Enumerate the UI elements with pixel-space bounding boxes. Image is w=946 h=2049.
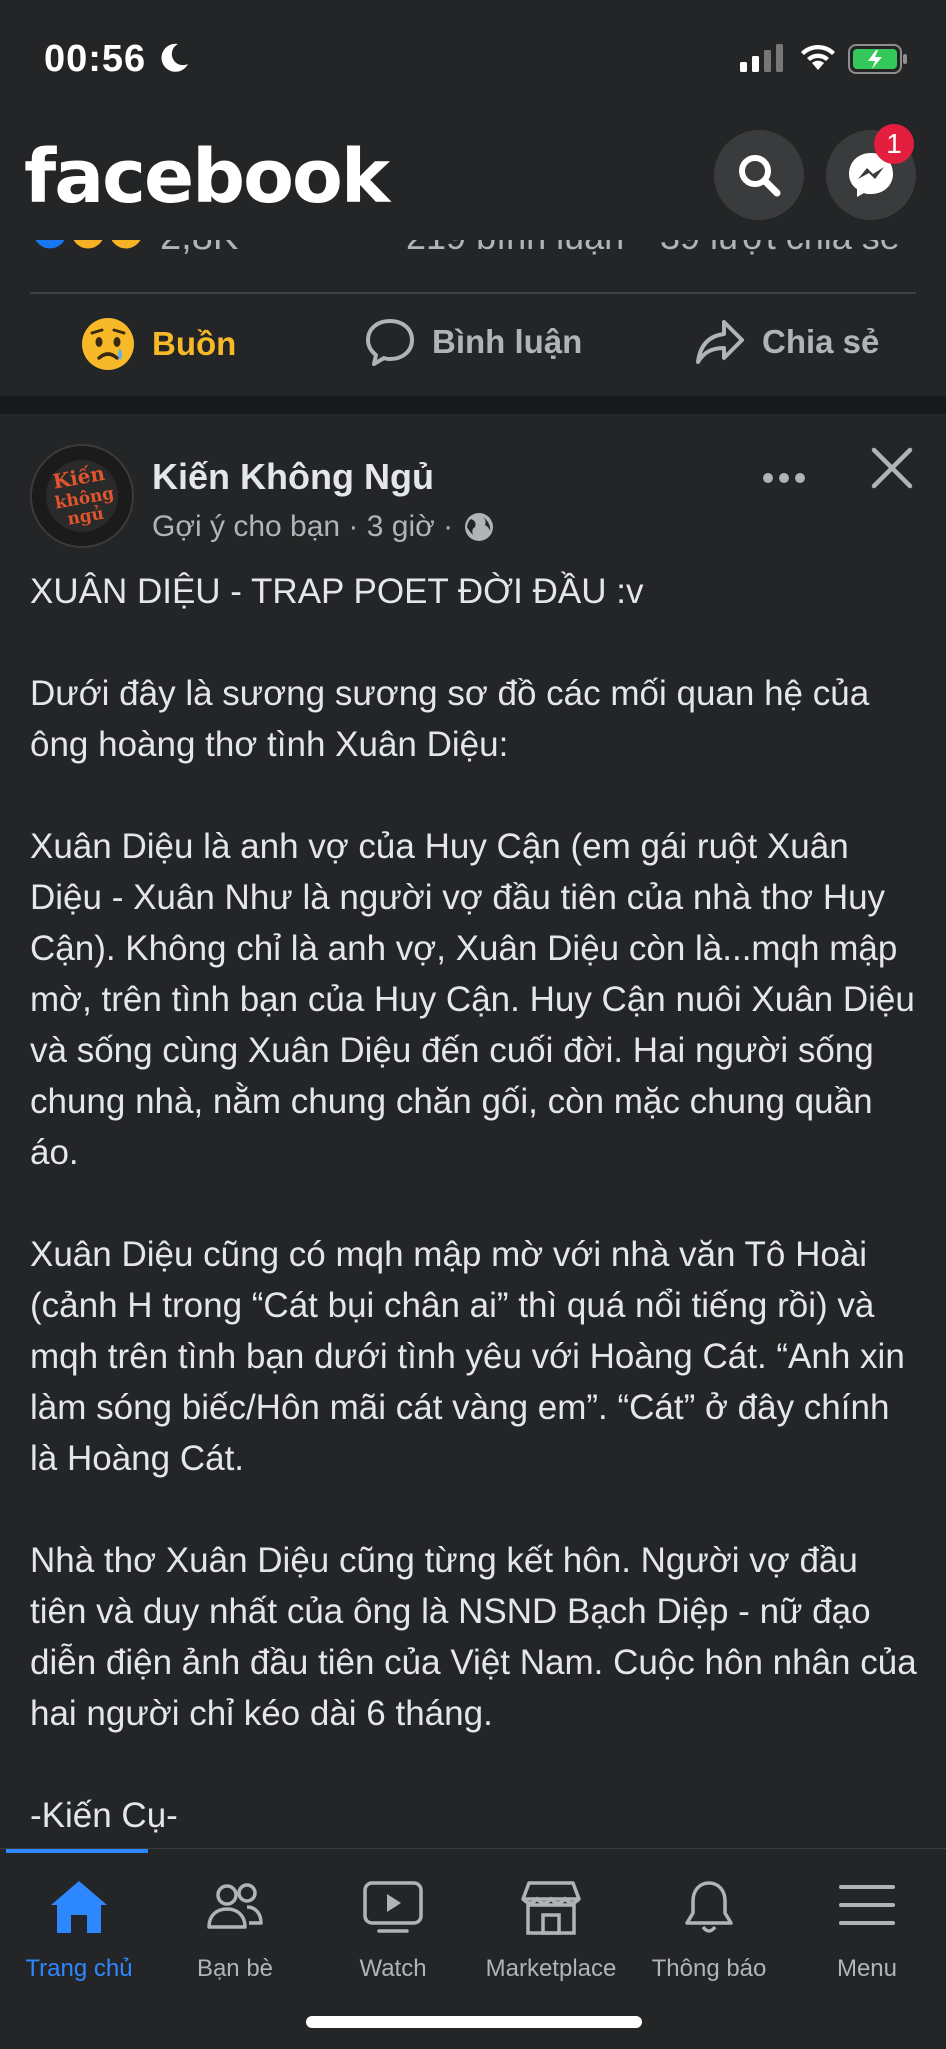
share-button[interactable]: Chia sẻ [694,316,879,368]
menu-icon [839,1885,895,1925]
nav-label: Marketplace [485,1955,617,1982]
post-paragraph: Nhà thơ Xuân Diệu cũng từng kết hôn. Ngư… [30,1541,917,1733]
watch-icon [363,1881,423,1933]
share-icon [696,320,744,364]
status-time: 00:56 [44,38,147,80]
share-label: Chia sẻ [762,323,880,360]
divider [30,292,916,294]
post-paragraph: Xuân Diệu cũng có mqh mập mờ với nhà văn… [30,1235,905,1478]
marketplace-icon [521,1881,581,1935]
comment-icon [366,319,414,366]
avatar[interactable]: Kiến không ngủ [30,444,134,548]
comment-button[interactable]: Bình luận [364,316,582,368]
nav-label: Menu [836,1955,898,1982]
bell-icon [685,1881,733,1933]
post-meta: Gợi ý cho bạn · 3 giờ · [152,510,495,544]
feed-separator [0,396,946,414]
wifi-icon [801,44,835,70]
close-icon [871,447,913,489]
nav-marketplace[interactable]: Marketplace [472,1849,630,1989]
nav-home[interactable]: Trang chủ [0,1849,158,1989]
search-button[interactable] [714,130,804,220]
moon-icon [161,43,188,72]
more-options-button[interactable] [762,446,806,496]
nav-label: Watch [359,1955,427,1982]
reaction-button[interactable]: Buồn [80,316,236,372]
nav-friends[interactable]: Bạn bè [156,1849,314,1989]
globe-icon [465,513,494,541]
app-header: facebook [0,120,946,240]
status-bar: 00:56 [0,0,946,120]
post-signature: -Kiến Cụ- [30,1796,178,1835]
battery-icon [848,44,907,74]
avatar-logo: Kiến không ngủ [32,446,132,546]
nav-label: Thông báo [651,1955,767,1982]
post-paragraph: XUÂN DIỆU - TRAP POET ĐỜI ĐẦU :v [30,572,644,611]
nav-watch[interactable]: Watch [314,1849,472,1989]
previous-post-actions: Buồn Bình luận Chia sẻ [0,296,946,392]
more-options-icon [763,473,805,483]
nav-notifications[interactable]: Thông báo [630,1849,788,1989]
nav-menu[interactable]: Menu [788,1849,946,1989]
friends-icon [207,1883,263,1929]
home-indicator[interactable] [306,2016,642,2028]
post-paragraph: Dưới đây là sương sương sơ đồ các mối qu… [30,674,870,764]
post-paragraph: Xuân Diệu là anh vợ của Huy Cận (em gái … [30,827,915,1172]
messenger-badge: 1 [874,124,914,164]
post-author[interactable]: Kiến Không Ngủ [152,456,434,498]
facebook-logo[interactable]: facebook [24,134,390,220]
reaction-label: Buồn [152,325,237,362]
nav-label: Bạn bè [196,1955,274,1982]
post-body: XUÂN DIỆU - TRAP POET ĐỜI ĐẦU :v Dưới đâ… [30,566,920,1892]
post-meta-text: Gợi ý cho bạn · 3 giờ · [152,510,454,543]
hide-post-button[interactable] [870,446,914,495]
cellular-signal-icon [740,44,783,72]
sad-emoji-icon [82,318,134,370]
nav-label: Trang chủ [25,1955,133,1982]
home-icon [51,1881,107,1933]
comment-label: Bình luận [432,323,583,360]
search-icon [739,155,781,197]
